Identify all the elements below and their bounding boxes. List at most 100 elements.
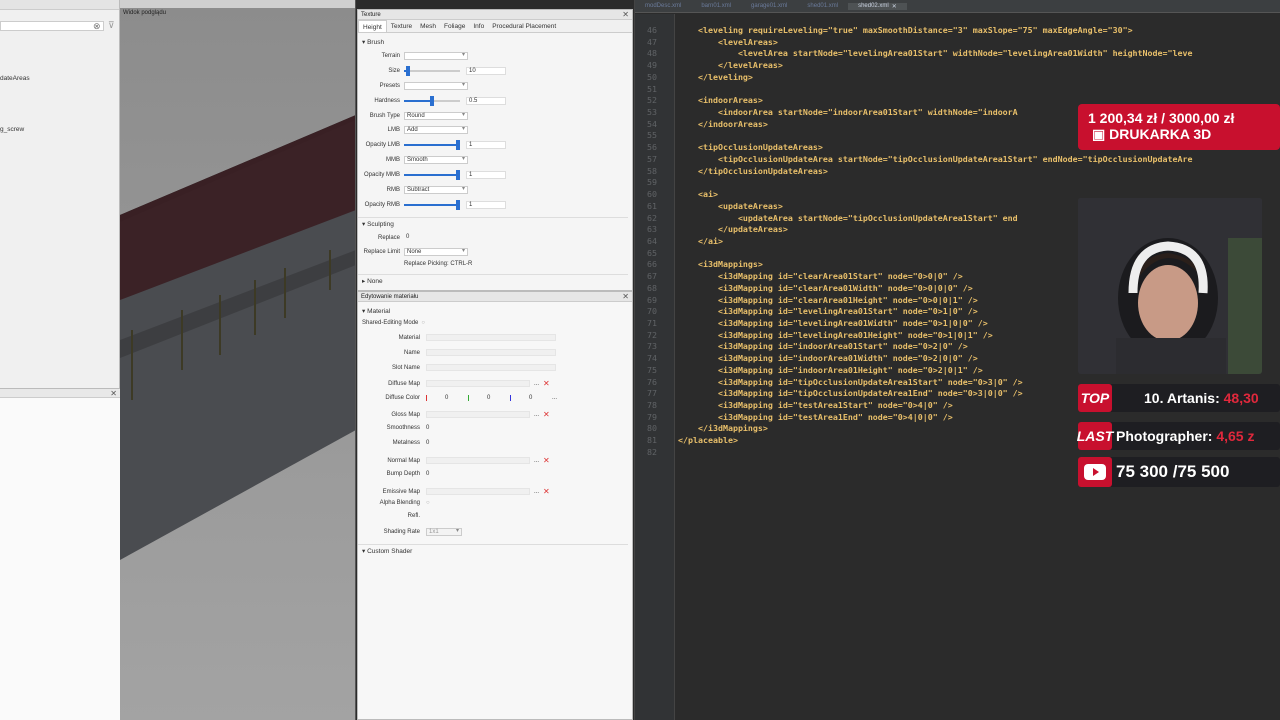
browse-button[interactable]: ... <box>534 381 539 387</box>
code-text: <i3dMapping id="clearArea01Start" node="… <box>678 271 963 282</box>
tab-texture[interactable]: Texture <box>387 20 416 32</box>
code-text: </updateAreas> <box>678 224 788 235</box>
editor-tab[interactable]: barn01.xml <box>691 3 741 9</box>
custom-shader-section[interactable]: ▾ Custom Shader <box>358 544 628 557</box>
section-label: Brush <box>367 39 385 46</box>
tree-item[interactable]: g_screw <box>0 126 24 133</box>
opacity-mmb-input[interactable]: 1 <box>466 171 506 179</box>
editor-tab[interactable]: modDesc.xml <box>635 3 691 9</box>
brush-type-label: Brush Type <box>369 113 400 119</box>
clear-search-icon[interactable]: ⊗ <box>93 21 101 32</box>
material-section[interactable]: ▾ Material <box>358 305 394 317</box>
replace-input[interactable]: 0 <box>404 234 444 242</box>
brush-type-select[interactable]: Round <box>404 112 468 120</box>
smoothness-input[interactable]: 0 <box>426 425 429 431</box>
alpha-blending-label: Alpha Blending <box>379 500 420 506</box>
clear-icon[interactable]: ✕ <box>543 456 550 465</box>
tab-procedural-placement[interactable]: Procedural Placement <box>488 20 560 32</box>
material-select[interactable] <box>426 334 556 341</box>
close-tab-icon[interactable]: ✕ <box>892 3 897 10</box>
donation-amount: 1 200,34 zł / 3000,00 zł <box>1088 110 1235 126</box>
none-section[interactable]: ▸ None <box>358 274 628 287</box>
normal-map-field[interactable] <box>426 457 530 464</box>
tab-label: garage01.xml <box>751 3 788 9</box>
shading-rate-select[interactable]: 1x1 <box>426 528 462 536</box>
editor-tab-active[interactable]: shed02.xml ✕ <box>848 2 907 10</box>
gloss-map-field[interactable] <box>426 411 530 418</box>
slot-name-field[interactable] <box>426 364 556 371</box>
line-number: 48 <box>647 48 657 59</box>
youtube-subs-text: 75 300 /75 500 <box>1116 462 1230 481</box>
terrain-select[interactable] <box>404 52 468 60</box>
section-label: Custom Shader <box>367 548 413 555</box>
presets-select[interactable] <box>404 82 468 90</box>
tree-search-input[interactable] <box>0 21 104 31</box>
scene-render <box>120 115 355 560</box>
opacity-rmb-slider[interactable] <box>404 200 460 210</box>
last-donor: Photographer: <box>1116 428 1213 444</box>
bump-depth-input[interactable]: 0 <box>426 471 429 477</box>
opacity-rmb-row: Opacity RMB 1 <box>358 200 506 210</box>
tree-item[interactable]: dateAreas <box>0 75 30 82</box>
tab-height[interactable]: Height <box>358 20 387 32</box>
code-text: <i3dMapping id="tipOcclusionUpdateArea1S… <box>678 376 1023 387</box>
metalness-row: Metalness 0 <box>358 440 430 446</box>
diffuse-b-input[interactable]: 0 <box>510 395 552 401</box>
emissive-map-field[interactable] <box>426 488 530 495</box>
code-text: <tipOcclusionUpdateArea startNode="tipOc… <box>678 153 1193 164</box>
editor-tab[interactable]: garage01.xml <box>741 3 797 9</box>
section-label: None <box>367 278 383 285</box>
hardness-input[interactable]: 0.5 <box>466 97 506 105</box>
code-text: <levelArea startNode="levelingArea01Star… <box>678 48 1193 59</box>
code-text: <i3dMapping id="tipOcclusionUpdateArea1E… <box>678 388 1023 399</box>
shared-editing-checkbox[interactable]: ○ <box>421 320 425 326</box>
terrain-row: Terrain <box>358 52 468 60</box>
size-slider[interactable] <box>404 66 460 76</box>
clear-icon[interactable]: ✕ <box>543 410 550 419</box>
alpha-blending-checkbox[interactable]: ○ <box>426 500 430 506</box>
panel-header <box>0 389 120 398</box>
diffuse-map-field[interactable] <box>426 380 530 387</box>
replace-limit-select[interactable]: None <box>404 248 468 256</box>
diffuse-r-input[interactable]: 0 <box>426 395 468 401</box>
name-field[interactable] <box>426 349 556 356</box>
tab-mesh[interactable]: Mesh <box>416 20 440 32</box>
line-number: 46 <box>647 25 657 35</box>
rmb-select[interactable]: Subtract <box>404 186 468 194</box>
browse-button[interactable]: ... <box>534 412 539 418</box>
hardness-slider[interactable] <box>404 96 460 106</box>
replace-picking-hint: Replace Picking: CTRL-R <box>404 261 473 267</box>
top-donation-text: 10. Artanis: 48,30 <box>1144 390 1259 406</box>
opacity-mmb-slider[interactable] <box>404 170 460 180</box>
editor-tab[interactable]: shed01.xml <box>797 3 848 9</box>
opacity-rmb-input[interactable]: 1 <box>466 201 506 209</box>
lmb-row: LMB Add <box>358 126 468 134</box>
size-input[interactable]: 10 <box>466 67 506 75</box>
color-picker-button[interactable]: ... <box>552 395 557 401</box>
clear-icon[interactable]: ✕ <box>543 379 550 388</box>
bump-depth-row: Bump Depth 0 <box>358 471 430 477</box>
close-icon[interactable]: ✕ <box>110 389 117 398</box>
brush-section[interactable]: ▾ Brush <box>358 36 388 48</box>
code-text: <i3dMapping id="levelingArea01Width" nod… <box>678 318 988 328</box>
clear-icon[interactable]: ✕ <box>543 487 550 496</box>
tab-foliage[interactable]: Foliage <box>440 20 469 32</box>
close-icon[interactable]: ✕ <box>622 10 629 19</box>
line-number: 64 <box>647 235 657 246</box>
opacity-lmb-input[interactable]: 1 <box>466 141 506 149</box>
mmb-select[interactable]: Smooth <box>404 156 468 164</box>
browse-button[interactable]: ... <box>534 489 539 495</box>
browse-button[interactable]: ... <box>534 458 539 464</box>
close-icon[interactable]: ✕ <box>622 292 629 301</box>
tab-info[interactable]: Info <box>469 20 488 32</box>
metalness-input[interactable]: 0 <box>426 440 429 446</box>
diffuse-g-input[interactable]: 0 <box>468 395 510 401</box>
3d-viewport[interactable]: Widok podglądu <box>120 0 356 720</box>
material-row: Material <box>358 334 556 341</box>
filter-icon[interactable]: ⊽ <box>108 20 115 31</box>
panel-title-text: Edytowanie materiału <box>361 294 419 300</box>
lmb-select[interactable]: Add <box>404 126 468 134</box>
opacity-lmb-slider[interactable] <box>404 140 460 150</box>
webcam-feed <box>1078 198 1262 374</box>
sculpting-section[interactable]: ▾ Sculpting <box>358 217 628 230</box>
